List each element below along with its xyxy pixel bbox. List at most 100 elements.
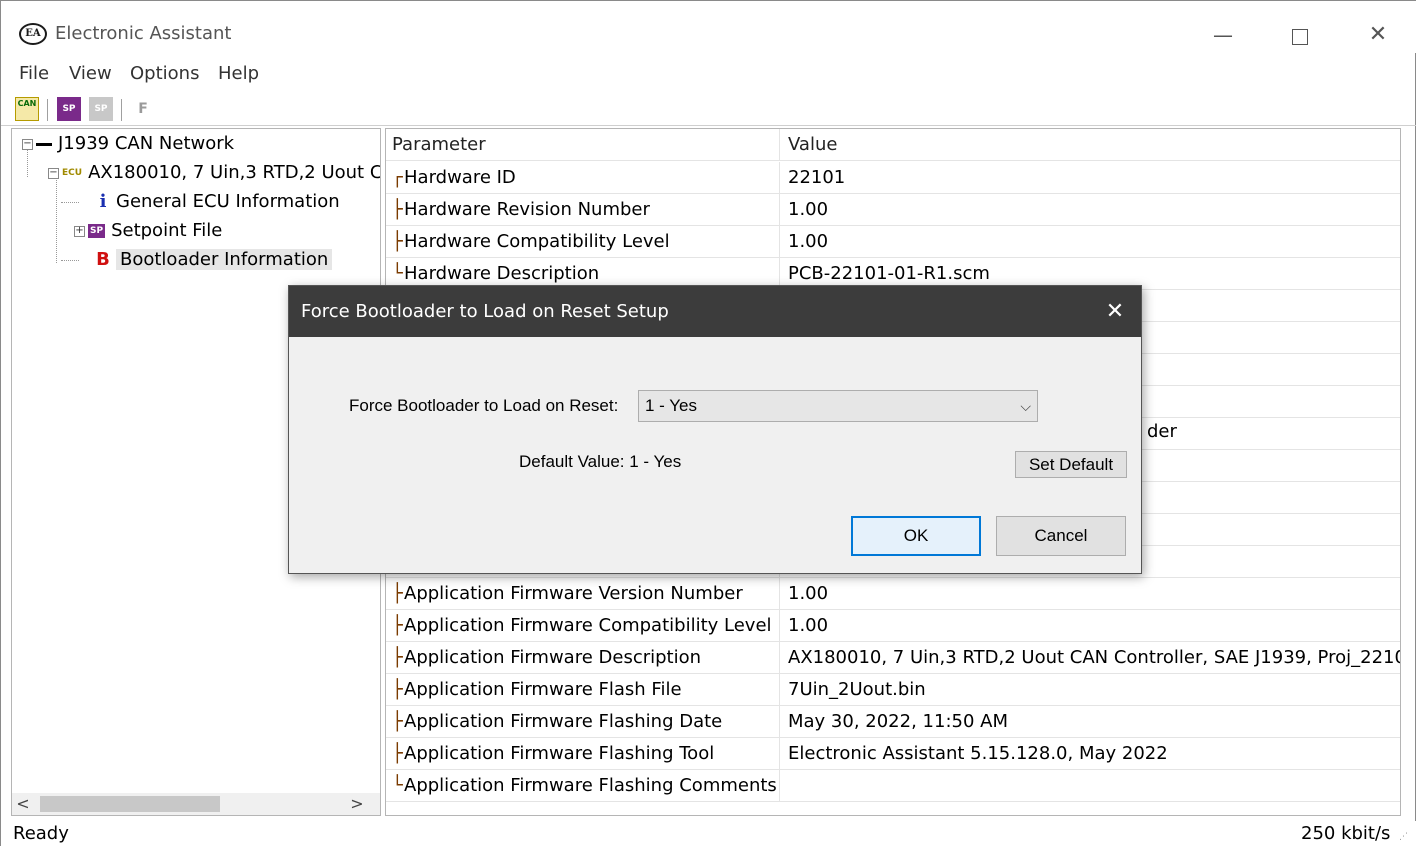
parameter-name: Hardware Compatibility Level — [404, 231, 670, 252]
toolbar-divider — [1, 125, 1416, 126]
tree-marker-icon: ├ — [392, 679, 403, 700]
parameter-value: 1.00 — [788, 231, 829, 252]
parameter-name: Application Firmware Flashing Comments — [404, 775, 777, 796]
chevron-down-icon: ⌵ — [1020, 398, 1031, 414]
table-row[interactable]: ├Application Firmware Flash File 7Uin_2U… — [386, 674, 1400, 706]
tree-marker-icon: ├ — [392, 711, 403, 732]
network-line-icon — [36, 142, 52, 146]
menu-options[interactable]: Options — [130, 63, 199, 84]
collapse-icon[interactable]: − — [22, 138, 33, 150]
table-row[interactable]: ┌Hardware ID 22101 — [386, 162, 1400, 194]
ecu-icon: ECU — [62, 168, 83, 178]
parameter-name: Application Firmware Compatibility Level — [404, 615, 772, 636]
tree-marker-icon: ├ — [392, 231, 403, 252]
tree-item-label: AX180010, 7 Uin,3 RTD,2 Uout C — [88, 162, 381, 183]
parameter-value: 22101 — [788, 167, 846, 188]
title-bar: EA Electronic Assistant — ✕ — [1, 1, 1416, 53]
tree-marker-icon: ├ — [392, 615, 403, 636]
setpoint-file-icon: SP — [88, 224, 106, 238]
minimize-button[interactable]: — — [1200, 19, 1246, 51]
tree-marker-icon: ├ — [392, 583, 403, 604]
tree-item-label: Setpoint File — [111, 220, 223, 241]
collapse-icon[interactable]: − — [48, 167, 59, 179]
tree-item-setpoint-file[interactable]: + SP Setpoint File — [74, 217, 222, 245]
force-bootloader-dialog: Force Bootloader to Load on Reset Setup … — [288, 285, 1142, 574]
tree-item-bootloader-information[interactable]: B Bootloader Information — [96, 246, 333, 274]
menu-file[interactable]: File — [19, 63, 49, 84]
force-bootloader-label: Force Bootloader to Load on Reset: — [349, 396, 619, 415]
table-row[interactable]: └Application Firmware Flashing Comments — [386, 770, 1400, 802]
window-title: Electronic Assistant — [55, 23, 232, 44]
cancel-button[interactable]: Cancel — [996, 516, 1126, 556]
parameter-value — [782, 770, 1400, 802]
info-icon: i — [99, 191, 107, 212]
parameter-value: 7Uin_2Uout.bin — [788, 679, 926, 700]
menu-view[interactable]: View — [69, 63, 112, 84]
save-setpoint-file-button[interactable]: SP — [89, 97, 113, 121]
toolbar: CAN SP SP F — [9, 95, 379, 125]
parameter-value: AX180010, 7 Uin,3 RTD,2 Uout CAN Control… — [788, 647, 1400, 668]
set-default-button[interactable]: Set Default — [1015, 451, 1127, 478]
open-setpoint-file-button[interactable]: SP — [57, 97, 81, 121]
tree-line — [56, 177, 57, 263]
table-row[interactable]: ├Application Firmware Compatibility Leve… — [386, 610, 1400, 642]
tree-item-label: General ECU Information — [116, 191, 340, 212]
default-value-text: Default Value: 1 - Yes — [519, 452, 682, 471]
maximize-icon — [1292, 28, 1308, 45]
table-row[interactable]: ├Hardware Revision Number 1.00 — [386, 194, 1400, 226]
status-text: Ready — [13, 823, 69, 844]
status-bar: Ready 250 kbit/s ⋰ — [1, 821, 1416, 847]
toolbar-separator — [121, 99, 122, 121]
parameter-value: 1.00 — [788, 583, 829, 604]
grid-header: Parameter Value — [386, 129, 1400, 161]
setpoint-open-icon: SP — [62, 104, 76, 114]
menu-help[interactable]: Help — [218, 63, 259, 84]
tree-horizontal-scrollbar[interactable]: < > — [12, 793, 380, 815]
table-row[interactable]: ├Hardware Compatibility Level 1.00 — [386, 226, 1400, 258]
tree-line — [61, 260, 79, 261]
select-value: 1 - Yes — [645, 396, 697, 415]
scroll-right-button[interactable]: > — [346, 793, 368, 815]
force-bootloader-select[interactable]: 1 - Yes ⌵ — [638, 390, 1038, 422]
tree-marker-icon: └ — [392, 775, 403, 796]
electronic-assistant-logo-icon: EA — [19, 23, 47, 45]
table-row[interactable]: ├Application Firmware Description AX1800… — [386, 642, 1400, 674]
bootloader-icon: B — [96, 249, 110, 270]
tree-line — [61, 202, 79, 203]
scrollbar-thumb[interactable] — [40, 796, 220, 812]
tree-item-j1939-network[interactable]: − J1939 CAN Network — [22, 130, 234, 158]
setpoint-save-icon: SP — [94, 104, 108, 114]
table-row[interactable]: ├Application Firmware Flashing Tool Elec… — [386, 738, 1400, 770]
column-header-parameter[interactable]: Parameter — [386, 129, 780, 161]
close-window-button[interactable]: ✕ — [1355, 19, 1401, 51]
table-row[interactable]: ├Application Firmware Flashing Date May … — [386, 706, 1400, 738]
ok-button[interactable]: OK — [851, 516, 981, 556]
parameter-name: Application Firmware Flashing Tool — [404, 743, 715, 764]
app-window: EA Electronic Assistant — ✕ File View Op… — [0, 0, 1416, 847]
parameter-value: 1.00 — [788, 615, 829, 636]
parameter-name: Application Firmware Description — [404, 647, 702, 668]
parameter-value: May 30, 2022, 11:50 AM — [788, 711, 1008, 732]
tree-item-ecu[interactable]: − ECU AX180010, 7 Uin,3 RTD,2 Uout C — [48, 159, 381, 187]
tree-marker-icon: ├ — [392, 647, 403, 668]
tree-item-label: J1939 CAN Network — [58, 133, 235, 154]
maximize-button[interactable] — [1277, 19, 1323, 51]
table-row[interactable]: ├Application Firmware Version Number 1.0… — [386, 578, 1400, 610]
resize-grip-icon[interactable]: ⋰ — [1399, 831, 1411, 843]
parameter-value: Electronic Assistant 5.15.128.0, May 202… — [788, 743, 1168, 764]
parameter-name: Application Firmware Flash File — [404, 679, 682, 700]
tree-item-general-ecu-information[interactable]: i General ECU Information — [96, 188, 340, 216]
flash-button[interactable]: F — [131, 97, 155, 121]
dialog-title: Force Bootloader to Load on Reset Setup — [289, 286, 1141, 337]
parameter-name: Hardware ID — [404, 167, 516, 188]
scroll-left-button[interactable]: < — [12, 793, 34, 815]
column-header-value[interactable]: Value — [782, 129, 1400, 161]
parameter-name: Hardware Description — [404, 263, 600, 284]
can-connect-button[interactable]: CAN — [15, 97, 39, 121]
toolbar-separator — [47, 99, 48, 121]
tree-item-label: Bootloader Information — [116, 249, 333, 270]
expand-icon[interactable]: + — [74, 225, 85, 237]
obscured-value-fragment: der — [1147, 421, 1177, 442]
parameter-name: Hardware Revision Number — [404, 199, 650, 220]
dialog-close-button[interactable]: ✕ — [1091, 286, 1139, 337]
